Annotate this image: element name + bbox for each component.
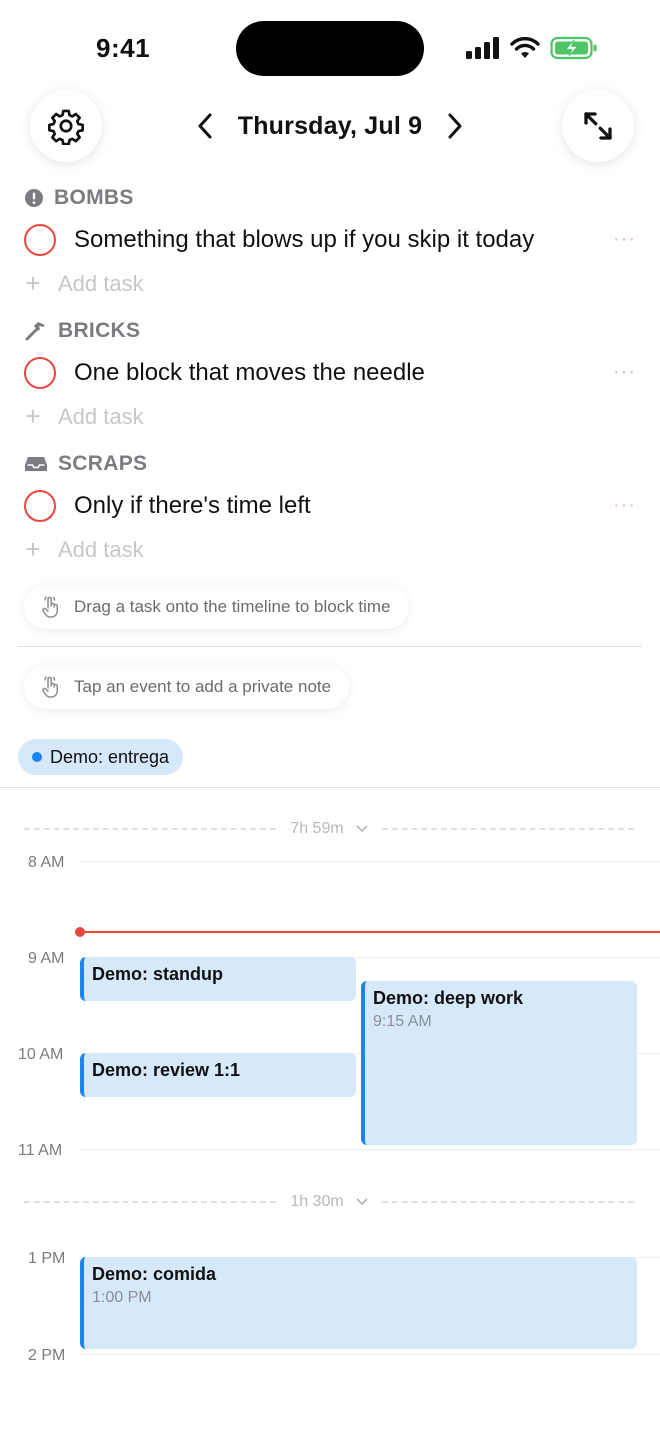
gap-dash	[381, 828, 634, 830]
wifi-icon	[510, 37, 540, 58]
timeline-divider	[0, 787, 660, 788]
settings-button[interactable]	[30, 90, 102, 162]
task-checkbox[interactable]	[24, 357, 56, 389]
gap-dash	[24, 1201, 277, 1203]
hint-text: Drag a task onto the timeline to block t…	[74, 597, 391, 616]
hour-label: 2 PM	[28, 1347, 66, 1364]
dynamic-island	[236, 21, 424, 76]
hour-label: 9 AM	[28, 950, 65, 967]
expand-arrows-icon	[584, 112, 612, 140]
hour-label: 1 PM	[28, 1250, 66, 1267]
current-time-dot	[75, 927, 85, 937]
event-time: 9:15 AM	[373, 1013, 432, 1030]
free-time-gap[interactable]: 1h 30m	[24, 1190, 634, 1214]
section-title: SCRAPS	[58, 452, 148, 475]
event-review[interactable]: Demo: review 1:1	[80, 1053, 356, 1097]
exclamation-circle-icon	[25, 189, 43, 207]
tap-hand-icon	[42, 596, 58, 618]
hour-line	[78, 861, 660, 862]
task-row[interactable]: One block that moves the needle ···	[24, 353, 644, 393]
add-task-button[interactable]: + Add task	[24, 534, 144, 565]
gap-label: 7h 59m	[290, 820, 344, 837]
note-hint: Tap an event to add a private note	[24, 665, 350, 709]
hammer-icon	[25, 322, 45, 341]
hour-label: 11 AM	[18, 1142, 63, 1159]
previous-day-button[interactable]	[190, 106, 220, 146]
drag-hint: Drag a task onto the timeline to block t…	[24, 585, 409, 629]
task-more-button[interactable]: ···	[613, 228, 636, 251]
event-title: Demo: review 1:1	[92, 1060, 241, 1080]
tray-icon	[25, 457, 47, 471]
add-task-button[interactable]: + Add task	[24, 401, 144, 432]
chevron-left-icon	[198, 113, 212, 139]
section-header-scraps: SCRAPS	[24, 452, 147, 476]
event-title: Demo: deep work	[373, 988, 524, 1008]
event-title: Demo: standup	[92, 964, 224, 984]
signal-icon	[466, 37, 499, 59]
divider	[18, 646, 642, 647]
gap-label: 1h 30m	[290, 1193, 344, 1210]
add-task-label: Add task	[58, 536, 144, 562]
task-text[interactable]: One block that moves the needle	[74, 359, 425, 387]
event-standup[interactable]: Demo: standup	[80, 957, 356, 1001]
task-more-button[interactable]: ···	[613, 494, 636, 517]
task-more-button[interactable]: ···	[613, 361, 636, 384]
hour-line	[78, 1149, 660, 1150]
date-title[interactable]: Thursday, Jul 9	[238, 112, 423, 141]
event-deep-work[interactable]: Demo: deep work 9:15 AM	[361, 981, 637, 1145]
status-time: 9:41	[96, 33, 151, 63]
gap-label-wrap: 7h 59m	[290, 820, 368, 838]
gap-label-wrap: 1h 30m	[290, 1193, 368, 1211]
task-row[interactable]: Something that blows up if you skip it t…	[24, 220, 644, 260]
task-checkbox[interactable]	[24, 490, 56, 522]
plus-icon: +	[25, 268, 41, 298]
free-time-gap[interactable]: 7h 59m	[24, 817, 634, 841]
section-title: BRICKS	[58, 319, 141, 342]
section-header-bricks: BRICKS	[24, 319, 140, 343]
chevron-right-icon	[448, 113, 462, 139]
add-task-label: Add task	[58, 403, 144, 429]
event-comida[interactable]: Demo: comida 1:00 PM	[80, 1257, 637, 1349]
event-color-dot	[32, 752, 42, 762]
plus-icon: +	[25, 401, 41, 431]
hour-line	[78, 1354, 660, 1355]
date-navigator: Thursday, Jul 9	[190, 100, 470, 152]
event-time: 1:00 PM	[92, 1289, 152, 1306]
next-day-button[interactable]	[440, 106, 470, 146]
task-checkbox[interactable]	[24, 224, 56, 256]
gap-dash	[24, 828, 277, 830]
all-day-event-chip[interactable]: Demo: entrega	[18, 739, 184, 775]
expand-button[interactable]	[562, 90, 634, 162]
all-day-event-label: Demo: entrega	[50, 746, 170, 767]
hour-label: 8 AM	[28, 854, 65, 871]
task-row[interactable]: Only if there's time left ···	[24, 486, 644, 526]
add-task-button[interactable]: + Add task	[24, 268, 144, 299]
status-icons	[466, 35, 598, 61]
current-time-line	[80, 931, 660, 933]
gap-dash	[381, 1201, 634, 1203]
gear-icon	[48, 109, 84, 145]
task-text[interactable]: Only if there's time left	[74, 492, 311, 520]
chevron-down-icon	[356, 825, 368, 833]
task-text[interactable]: Something that blows up if you skip it t…	[74, 226, 534, 254]
section-title: BOMBS	[54, 186, 134, 209]
add-task-label: Add task	[58, 270, 144, 296]
tap-hand-icon	[42, 676, 58, 698]
hour-label: 10 AM	[18, 1046, 64, 1063]
battery-charging-icon	[550, 36, 597, 60]
chevron-down-icon	[356, 1198, 368, 1206]
event-title: Demo: comida	[92, 1264, 217, 1284]
plus-icon: +	[25, 534, 41, 564]
section-header-bombs: BOMBS	[24, 186, 134, 210]
hint-text: Tap an event to add a private note	[74, 677, 332, 696]
